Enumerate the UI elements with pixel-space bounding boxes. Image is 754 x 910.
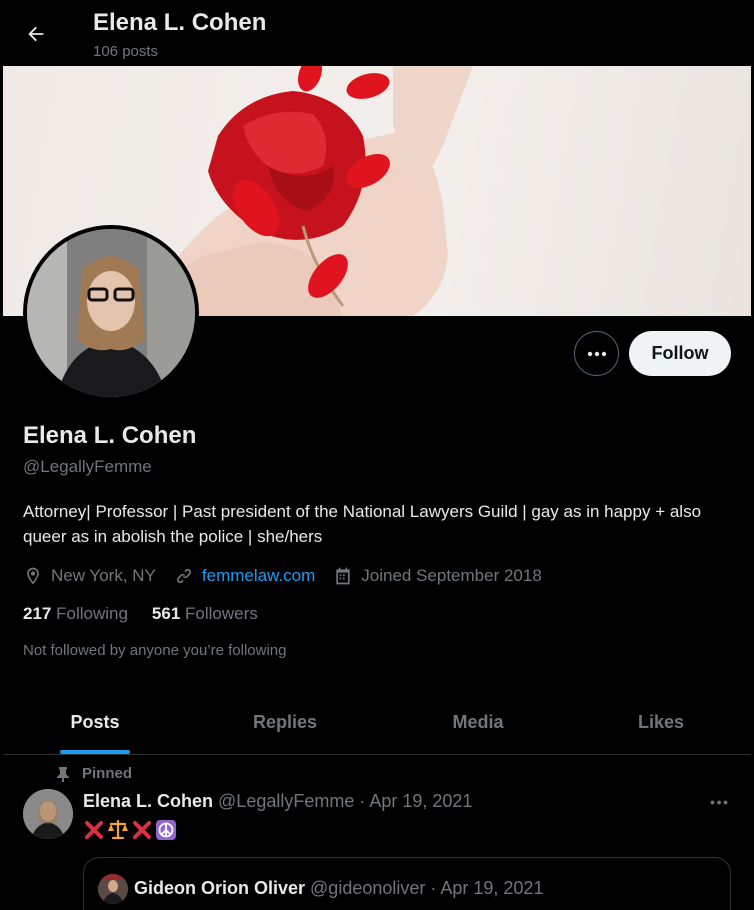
profile-meta: New York, NY femmelaw.com Joined Septemb… xyxy=(23,564,560,588)
quote-avatar-photo xyxy=(98,874,128,904)
not-followed-note: Not followed by anyone you’re following xyxy=(23,642,287,659)
profile-header: Elena L. Cohen 106 posts xyxy=(0,0,754,66)
website-link[interactable]: femmelaw.com xyxy=(202,566,315,586)
peace-symbol-icon xyxy=(155,819,177,841)
following-count: 217 xyxy=(23,604,52,623)
active-tab-indicator xyxy=(60,750,130,754)
follow-stats: 217 Following 561 Followers xyxy=(23,604,282,624)
more-horizontal-icon xyxy=(587,351,606,356)
quote-header: Gideon Orion Oliver @gideonoliver · Apr … xyxy=(134,878,543,899)
profile-avatar[interactable] xyxy=(23,225,199,401)
tweet-more-button[interactable] xyxy=(702,790,736,814)
profile-name: Elena L. Cohen xyxy=(23,422,197,449)
profile-bio: Attorney| Professor | Past president of … xyxy=(23,502,702,546)
tweet-avatar[interactable] xyxy=(23,789,73,839)
profile-tabs: Posts Replies Media Likes xyxy=(3,690,751,755)
location-text: New York, NY xyxy=(51,566,156,585)
header-title: Elena L. Cohen xyxy=(93,9,267,36)
quote-author-name: Gideon Orion Oliver xyxy=(134,878,306,898)
more-horizontal-icon xyxy=(710,800,728,804)
tweet-avatar-photo xyxy=(23,789,73,839)
pinned-text: Pinned xyxy=(82,765,133,782)
tweet-text xyxy=(83,819,179,841)
avatar-photo xyxy=(27,229,195,397)
tweet-handle-date[interactable]: @LegallyFemme · Apr 19, 2021 xyxy=(218,791,472,812)
back-button[interactable] xyxy=(16,14,56,54)
follow-button[interactable]: Follow xyxy=(629,331,731,376)
profile-handle: @LegallyFemme xyxy=(23,457,152,476)
tab-media[interactable]: Media xyxy=(428,690,528,754)
pin-icon xyxy=(57,766,69,782)
quote-avatar xyxy=(98,874,128,904)
balance-scale-icon xyxy=(107,819,129,841)
followers-label: Followers xyxy=(185,604,258,623)
link-icon xyxy=(176,568,191,584)
quoted-tweet[interactable]: Gideon Orion Oliver @gideonoliver · Apr … xyxy=(83,857,731,910)
joined-text: Joined September 2018 xyxy=(361,566,542,585)
joined-item: Joined September 2018 xyxy=(333,566,542,586)
location-item: New York, NY xyxy=(23,566,156,586)
location-pin-icon xyxy=(27,567,39,585)
arrow-left-icon xyxy=(28,26,44,42)
more-options-button[interactable] xyxy=(574,331,619,376)
followers-stat[interactable]: 561 Followers xyxy=(152,604,258,624)
quote-handle-date: @gideonoliver · Apr 19, 2021 xyxy=(310,878,544,898)
cross-mark-icon xyxy=(83,819,105,841)
tab-replies[interactable]: Replies xyxy=(235,690,335,754)
cross-mark-icon xyxy=(131,819,153,841)
pinned-label: Pinned xyxy=(56,765,132,782)
tweet-author-name[interactable]: Elena L. Cohen xyxy=(83,791,213,812)
tweet-header: Elena L. Cohen @LegallyFemme · Apr 19, 2… xyxy=(83,791,472,812)
followers-count: 561 xyxy=(151,604,181,623)
following-label: Following xyxy=(56,604,128,623)
calendar-icon xyxy=(336,567,350,585)
tab-posts[interactable]: Posts xyxy=(45,690,145,754)
tab-likes[interactable]: Likes xyxy=(611,690,711,754)
website-item[interactable]: femmelaw.com xyxy=(174,566,315,586)
following-stat[interactable]: 217 Following xyxy=(23,604,128,624)
header-post-count: 106 posts xyxy=(93,43,159,60)
